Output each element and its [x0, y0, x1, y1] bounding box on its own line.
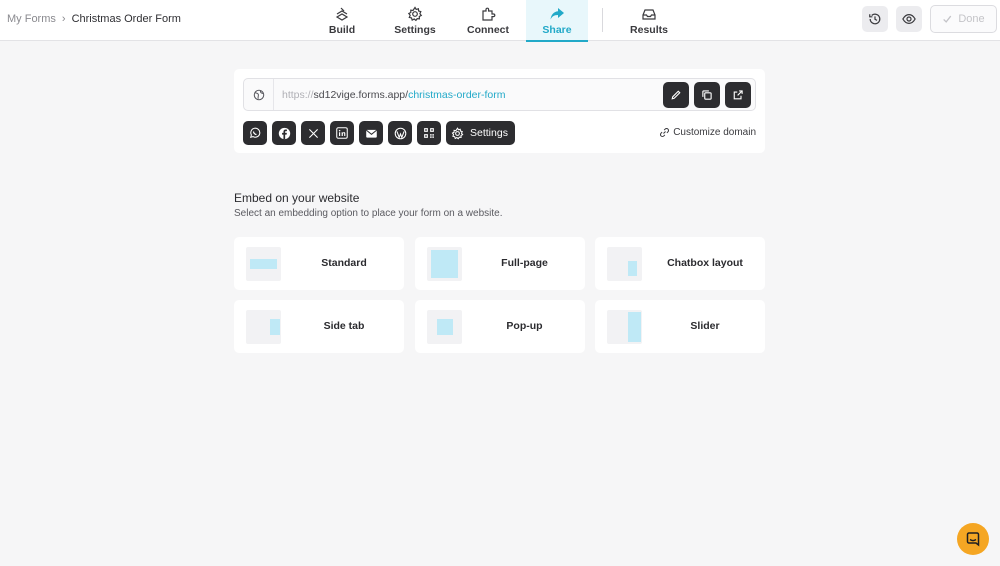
nav-divider: [602, 8, 603, 32]
x-button[interactable]: [301, 121, 325, 145]
embed-option-full-page[interactable]: Full-page: [414, 237, 585, 290]
side-tab-layout-icon: [246, 310, 281, 344]
form-url: https://sd12vige.forms.app/christmas-ord…: [282, 89, 506, 101]
embed-section-title: Embed on your website: [234, 191, 360, 205]
preview-button[interactable]: [896, 6, 922, 32]
url-protocol: https://: [282, 89, 314, 101]
copy-url-button[interactable]: [694, 82, 720, 108]
linkedin-button[interactable]: [330, 121, 354, 145]
copy-icon: [702, 90, 712, 100]
share-settings-label: Settings: [470, 127, 508, 139]
chat-icon: [966, 532, 980, 547]
inbox-icon: [642, 9, 656, 20]
embed-options-grid: Standard Full-page Chatbox layout Side t…: [234, 237, 765, 353]
eye-icon: [902, 14, 916, 24]
embed-option-label: Chatbox layout: [667, 257, 743, 269]
linkedin-icon: [336, 127, 348, 139]
tab-connect-label: Connect: [467, 24, 509, 36]
tab-results[interactable]: Results: [617, 0, 681, 41]
history-icon: [869, 13, 881, 25]
build-icon: [335, 7, 349, 21]
whatsapp-icon: [249, 127, 261, 139]
full-page-layout-icon: [426, 247, 462, 281]
customize-domain-label: Customize domain: [673, 127, 756, 138]
top-bar: My Forms › Christmas Order Form Build Se…: [0, 0, 1000, 42]
facebook-icon: [278, 127, 290, 139]
url-actions: [663, 82, 751, 108]
email-icon: [365, 129, 377, 138]
gear-icon: [407, 6, 423, 22]
link-icon: [660, 128, 670, 137]
wordpress-icon: [394, 127, 406, 139]
x-icon: [308, 128, 318, 138]
history-button[interactable]: [862, 6, 888, 32]
embed-option-label: Standard: [321, 257, 367, 269]
url-host: sd12vige.forms.app/: [313, 89, 409, 101]
email-button[interactable]: [359, 121, 383, 145]
tab-connect[interactable]: Connect: [453, 0, 523, 41]
breadcrumb-current-form: Christmas Order Form: [71, 13, 181, 25]
breadcrumb-my-forms[interactable]: My Forms: [7, 13, 56, 25]
puzzle-icon: [482, 7, 496, 21]
qr-code-icon: [424, 128, 434, 138]
embed-option-slider[interactable]: Slider: [595, 300, 765, 353]
globe-icon: [253, 89, 264, 100]
customize-domain-link[interactable]: Customize domain: [659, 127, 756, 138]
share-icon: [550, 8, 564, 20]
url-globe: [244, 79, 274, 110]
embed-option-side-tab[interactable]: Side tab: [234, 300, 404, 353]
pop-up-layout-icon: [426, 310, 462, 344]
embed-option-chatbox[interactable]: Chatbox layout: [595, 237, 765, 290]
share-settings-button[interactable]: Settings: [446, 121, 515, 145]
main-nav: Build Settings Connect Share Results: [307, 0, 681, 42]
tab-results-label: Results: [630, 24, 668, 36]
slider-layout-icon: [607, 310, 642, 344]
tab-settings[interactable]: Settings: [377, 0, 453, 41]
done-label: Done: [958, 13, 985, 25]
whatsapp-button[interactable]: [243, 121, 267, 145]
embed-option-label: Slider: [690, 320, 720, 332]
tab-settings-label: Settings: [394, 24, 436, 36]
facebook-button[interactable]: [272, 121, 296, 145]
chatbox-layout-icon: [607, 247, 642, 281]
tab-build[interactable]: Build: [307, 0, 377, 41]
help-chat-button[interactable]: [957, 523, 989, 555]
pencil-icon: [671, 90, 681, 100]
external-link-icon: [733, 90, 743, 100]
gear-icon: [451, 126, 464, 139]
embed-option-label: Pop-up: [506, 320, 543, 332]
tab-build-label: Build: [328, 24, 356, 36]
embed-option-standard[interactable]: Standard: [234, 237, 404, 290]
share-card: https://sd12vige.forms.app/christmas-ord…: [234, 69, 765, 153]
standard-layout-icon: [246, 247, 281, 281]
social-share-row: Settings: [243, 121, 515, 145]
embed-option-label: Side tab: [323, 320, 365, 332]
edit-url-button[interactable]: [663, 82, 689, 108]
breadcrumb-separator: ›: [61, 13, 66, 25]
embed-section-subtitle: Select an embedding option to place your…: [234, 208, 503, 219]
open-url-button[interactable]: [725, 82, 751, 108]
embed-option-pop-up[interactable]: Pop-up: [414, 300, 585, 353]
tab-share-label: Share: [542, 24, 572, 36]
tab-share[interactable]: Share: [526, 0, 588, 42]
form-url-field[interactable]: https://sd12vige.forms.app/christmas-ord…: [243, 78, 756, 111]
breadcrumb: My Forms › Christmas Order Form: [7, 13, 181, 25]
done-button[interactable]: Done: [930, 5, 997, 33]
embed-option-label: Full-page: [501, 257, 548, 269]
wordpress-button[interactable]: [388, 121, 412, 145]
url-slug[interactable]: christmas-order-form: [408, 89, 505, 101]
qr-code-button[interactable]: [417, 121, 441, 145]
top-actions: Done: [862, 5, 997, 33]
check-icon: [943, 15, 952, 23]
